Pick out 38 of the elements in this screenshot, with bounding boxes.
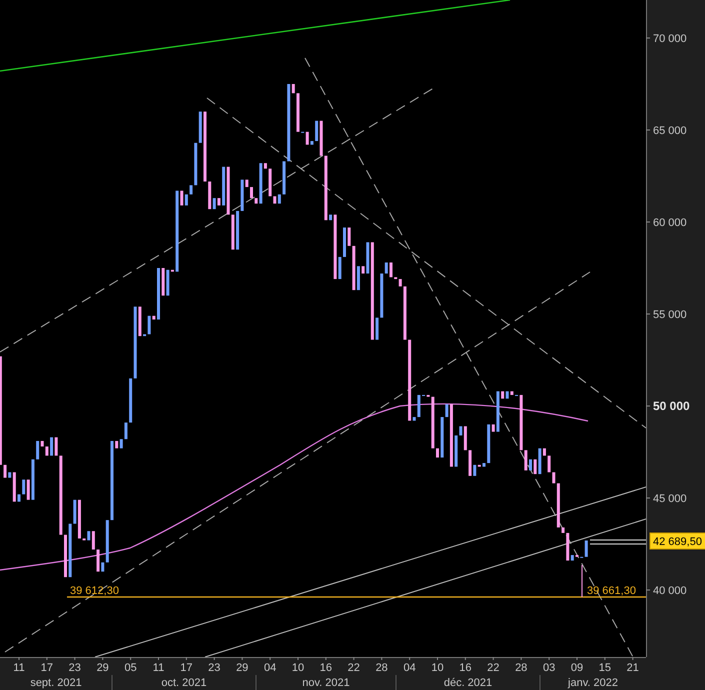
date-axis-label: 05: [124, 662, 137, 674]
month-label: nov. 2021: [302, 677, 350, 689]
date-axis-label: 29: [96, 662, 109, 674]
date-axis-label: 04: [264, 662, 276, 674]
month-label: déc. 2021: [444, 677, 492, 689]
date-axis-label: 11: [13, 662, 25, 674]
date-axis-label: 22: [487, 662, 500, 674]
month-label: janv. 2022: [568, 677, 618, 689]
date-axis-label: 17: [40, 662, 54, 674]
date-axis-label: 16: [320, 662, 332, 674]
price-axis-label: 65 000: [653, 125, 687, 137]
date-axis-label: 03: [542, 662, 556, 674]
month-label: sept. 2021: [30, 677, 82, 689]
date-axis-label: 04: [403, 662, 416, 674]
price-tag: 42 689,50: [650, 532, 705, 550]
price-label: 39 612,30: [70, 585, 119, 597]
price-axis-label: 40 000: [653, 585, 687, 597]
date-axis-label: 16: [459, 662, 472, 674]
price-axis-label: 60 000: [653, 217, 687, 229]
price-axis-label: 55 000: [653, 309, 687, 321]
date-axis-label: 21: [626, 662, 639, 674]
price-axis-label: 50 000: [653, 399, 690, 413]
date-axis-label: 17: [180, 662, 193, 674]
date-axis-label: 10: [292, 662, 304, 674]
price-axis-label: 45 000: [653, 493, 687, 505]
month-label: oct. 2021: [161, 677, 207, 689]
date-axis-label: 10: [431, 662, 444, 674]
date-axis-label: 22: [348, 662, 360, 674]
date-axis-label: 11: [152, 662, 164, 674]
date-axis-label: 09: [570, 662, 584, 674]
date-axis-label: 23: [208, 662, 220, 674]
date-axis-label: 15: [598, 662, 612, 674]
price-axis-label: 70 000: [653, 33, 687, 45]
date-axis-label: 29: [236, 662, 248, 674]
price-label: 39 661,30: [587, 585, 636, 597]
date-axis-label: 28: [515, 662, 528, 674]
date-axis-label: 28: [376, 662, 388, 674]
date-axis-label: 23: [68, 662, 81, 674]
